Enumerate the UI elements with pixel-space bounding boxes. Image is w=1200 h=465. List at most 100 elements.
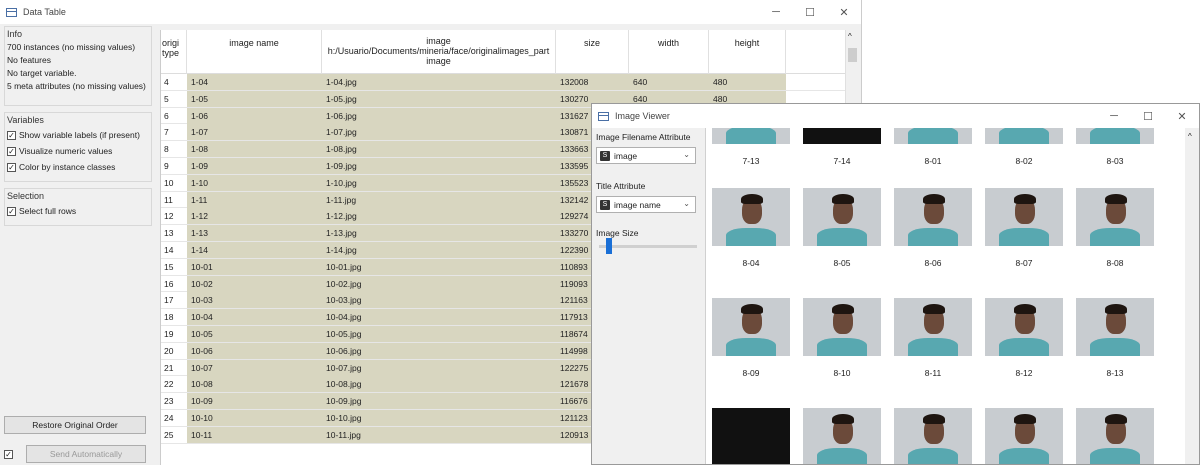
data-table-titlebar[interactable]: Data Table ─ ☐ ✕ (0, 0, 861, 24)
image-viewer-controls: Image Filename Attribute Simage ⌄ Title A… (592, 128, 706, 464)
table-cell: 10-11 (191, 429, 213, 440)
checkbox-label: Color by instance classes (19, 162, 116, 172)
checkbox-label: Select full rows (19, 206, 77, 216)
table-cell: 11 (164, 194, 173, 205)
thumbnail-label: 8-09 (742, 368, 760, 378)
visualize-numeric-checkbox[interactable]: ✓ Visualize numeric values (5, 143, 151, 159)
table-cell: 1-09.jpg (326, 160, 357, 171)
col-header-type[interactable]: origi type (161, 30, 187, 74)
face-photo (803, 298, 881, 356)
table-cell: 1-14.jpg (326, 244, 357, 255)
col-header-width[interactable]: width (629, 30, 709, 74)
face-photo (1076, 188, 1154, 246)
table-cell: 13 (164, 228, 174, 239)
table-cell: 10-04.jpg (326, 312, 362, 323)
image-viewer-window: Image Viewer ─ ☐ ✕ Image Filename Attrib… (591, 103, 1200, 465)
table-cell: 1-12 (191, 211, 209, 222)
scroll-up-icon[interactable]: ^ (848, 32, 852, 41)
table-cell: 1-06 (191, 110, 209, 121)
table-cell: 1-08 (191, 144, 209, 155)
title-attr-select[interactable]: Simage name ⌄ (596, 196, 696, 213)
table-cell: 19 (164, 328, 174, 339)
table-cell: 10-02.jpg (326, 278, 362, 289)
table-cell: 1-14 (191, 244, 209, 255)
col-header-size[interactable]: size (556, 30, 629, 74)
info-line: 700 instances (no missing values) (7, 42, 136, 52)
table-cell: 10-10 (191, 412, 213, 423)
table-cell: 10-10.jpg (326, 412, 362, 423)
table-cell: 25 (164, 429, 174, 440)
string-var-icon: S (600, 150, 610, 161)
table-cell: 10-06.jpg (326, 345, 362, 356)
face-photo (1076, 408, 1154, 464)
table-cell: 24 (164, 412, 174, 423)
image-size-slider[interactable] (599, 245, 697, 248)
table-cell: 480 (713, 77, 728, 87)
table-cell: 12 (164, 211, 174, 222)
scroll-thumb[interactable] (848, 48, 857, 62)
table-cell: 132008 (560, 77, 589, 87)
col-header-image-name[interactable]: image name (187, 30, 322, 74)
send-auto-checkbox[interactable]: ✓ (2, 446, 16, 462)
table-cell: 10-07 (191, 362, 213, 373)
table-cell: 1-08.jpg (326, 144, 357, 155)
header-text: origi (162, 38, 180, 48)
thumbnail-grid: 7-13 7-14 8-01 8-02 8-03 8-04 8-05 8-06 8-07 8-08… (708, 128, 1185, 464)
close-button[interactable]: ✕ (827, 0, 861, 24)
thumbnail-label: 8-01 (924, 156, 942, 166)
minimize-button[interactable]: ─ (759, 0, 793, 24)
scroll-up-icon[interactable]: ^ (1188, 132, 1192, 141)
face-photo (894, 128, 972, 144)
image-viewer-titlebar[interactable]: Image Viewer ─ ☐ ✕ (592, 104, 1199, 128)
thumbnail-label: 8-07 (1015, 258, 1033, 268)
info-line: 5 meta attributes (no missing values) (7, 81, 146, 91)
select-value: image name (614, 199, 661, 210)
image-viewer-icon (598, 111, 609, 121)
table-cell: 1-06.jpg (326, 110, 357, 121)
table-cell: 23 (164, 396, 174, 407)
col-header-image[interactable]: image h:/Usuario/Documents/mineria/face/o… (322, 30, 556, 74)
table-row[interactable]: 4 1-04 1-04.jpg 132008 640 480 (161, 74, 846, 91)
table-cell: 10-09.jpg (326, 396, 362, 407)
image-size-label: Image Size (596, 228, 639, 238)
thumbnail-label: 7-14 (833, 156, 851, 166)
image-size-slider-handle[interactable] (606, 238, 612, 254)
table-cell: 1-04.jpg (326, 77, 357, 87)
chevron-down-icon: ⌄ (683, 199, 690, 208)
info-line: No features (7, 55, 51, 65)
filename-attr-select[interactable]: Simage ⌄ (596, 147, 696, 164)
thumbnail-label: 8-04 (742, 258, 760, 268)
col-header-height[interactable]: height (709, 30, 786, 74)
close-button[interactable]: ✕ (1165, 104, 1199, 128)
window-title: Data Table (23, 7, 66, 17)
thumbnail-label: 8-03 (1106, 156, 1124, 166)
table-cell: 10-08 (191, 379, 213, 390)
header-text: image (426, 36, 451, 46)
send-automatically-button[interactable]: Send Automatically (26, 445, 146, 463)
checkbox-icon: ✓ (7, 162, 16, 172)
checkbox-icon: ✓ (4, 449, 13, 459)
table-cell: 1-07 (191, 127, 209, 138)
table-cell: 1-11.jpg (326, 194, 357, 205)
maximize-button[interactable]: ☐ (793, 0, 827, 24)
face-photo (803, 408, 881, 464)
table-cell: 10-09 (191, 396, 213, 407)
minimize-button[interactable]: ─ (1097, 104, 1131, 128)
table-cell: 6 (164, 110, 169, 121)
table-cell: 4 (164, 77, 169, 87)
show-labels-checkbox[interactable]: ✓ Show variable labels (if present) (5, 127, 151, 143)
color-classes-checkbox[interactable]: ✓ Color by instance classes (5, 159, 151, 175)
table-cell: 10-04 (191, 312, 213, 323)
face-photo (712, 128, 790, 144)
select-full-rows-checkbox[interactable]: ✓ Select full rows (5, 203, 151, 219)
filename-attr-label: Image Filename Attribute (596, 132, 691, 142)
face-photo (1076, 298, 1154, 356)
selection-heading: Selection (7, 191, 45, 201)
thumbnail-label: 8-06 (924, 258, 942, 268)
restore-order-button[interactable]: Restore Original Order (4, 416, 146, 434)
maximize-button[interactable]: ☐ (1131, 104, 1165, 128)
table-cell: 10 (164, 177, 174, 188)
image-viewer-scrollbar[interactable]: ^ (1185, 128, 1199, 464)
table-header: origi type image name image h:/Usuario/Doc… (161, 30, 846, 74)
table-cell: 10-01.jpg (326, 261, 362, 272)
